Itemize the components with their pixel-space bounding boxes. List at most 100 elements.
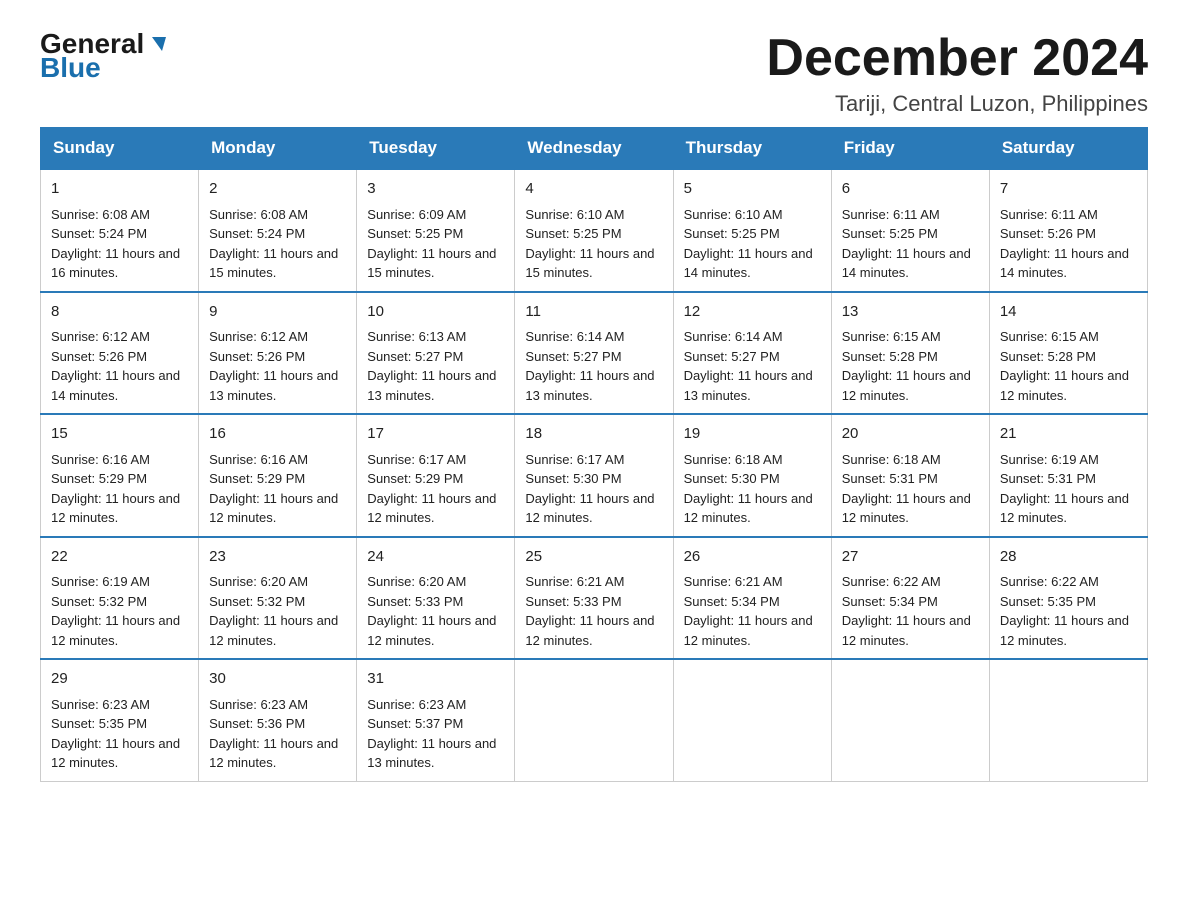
- sunrise-text: Sunrise: 6:14 AM: [525, 329, 624, 344]
- daylight-text: Daylight: 11 hours and 12 minutes.: [209, 613, 338, 648]
- day-number: 3: [367, 178, 504, 201]
- calendar-cell-day-11: 11 Sunrise: 6:14 AM Sunset: 5:27 PM Dayligh…: [515, 292, 673, 415]
- day-number: 15: [51, 423, 188, 446]
- calendar-cell-day-25: 25Sunrise: 6:21 AMSunset: 5:33 PMDayligh…: [515, 537, 673, 660]
- sunrise-text: Sunrise: 6:21 AM: [684, 574, 783, 589]
- logo-blue-text: Blue: [40, 54, 101, 82]
- daylight-text: Daylight: 11 hours and 14 minutes.: [1000, 246, 1129, 281]
- day-number: 4: [525, 178, 662, 201]
- calendar-cell-day-9: 9Sunrise: 6:12 AMSunset: 5:26 PMDaylight…: [199, 292, 357, 415]
- calendar-cell-day-14: 14Sunrise: 6:15 AMSunset: 5:28 PMDayligh…: [989, 292, 1147, 415]
- sunrise-text: Sunrise: 6:19 AM: [1000, 452, 1099, 467]
- sunset-text: Sunset: 5:35 PM: [1000, 594, 1096, 609]
- sunrise-text: Sunrise: 6:09 AM: [367, 207, 466, 222]
- sunset-text: Sunset: 5:28 PM: [842, 349, 938, 364]
- logo-triangle-icon: [148, 35, 166, 57]
- weekday-header-monday: Monday: [199, 128, 357, 170]
- sunset-text: Sunset: 5:32 PM: [209, 594, 305, 609]
- sunset-text: Sunset: 5:29 PM: [209, 471, 305, 486]
- sunrise-text: Sunrise: 6:15 AM: [1000, 329, 1099, 344]
- daylight-text: Daylight: 11 hours and 12 minutes.: [525, 613, 654, 648]
- sunset-text: Sunset: 5:30 PM: [525, 471, 621, 486]
- day-number: 19: [684, 423, 821, 446]
- sunset-text: Sunset: 5:31 PM: [842, 471, 938, 486]
- daylight-text: Daylight: 11 hours and 15 minutes.: [525, 246, 654, 281]
- day-number: 11: [525, 301, 662, 324]
- weekday-header-tuesday: Tuesday: [357, 128, 515, 170]
- daylight-text: Daylight: 11 hours and 15 minutes.: [209, 246, 338, 281]
- sunset-text: Sunset: 5:25 PM: [842, 226, 938, 241]
- day-number: 22: [51, 546, 188, 569]
- daylight-text: Daylight: 11 hours and 16 minutes.: [51, 246, 180, 281]
- day-number: 18: [525, 423, 662, 446]
- calendar-cell-day-21: 21Sunrise: 6:19 AMSunset: 5:31 PMDayligh…: [989, 414, 1147, 537]
- day-number: 27: [842, 546, 979, 569]
- calendar-cell-day-2: 2Sunrise: 6:08 AMSunset: 5:24 PMDaylight…: [199, 169, 357, 292]
- daylight-text: Daylight: 11 hours and 12 minutes.: [842, 491, 971, 526]
- calendar-cell-day-27: 27Sunrise: 6:22 AMSunset: 5:34 PMDayligh…: [831, 537, 989, 660]
- weekday-header-sunday: Sunday: [41, 128, 199, 170]
- calendar-cell-empty: [989, 659, 1147, 781]
- daylight-text: Daylight: 11 hours and 14 minutes.: [842, 246, 971, 281]
- day-number: 17: [367, 423, 504, 446]
- sunrise-text: Sunrise: 6:23 AM: [51, 697, 150, 712]
- calendar-cell-day-30: 30Sunrise: 6:23 AMSunset: 5:36 PMDayligh…: [199, 659, 357, 781]
- calendar-week-row-1: 1Sunrise: 6:08 AMSunset: 5:24 PMDaylight…: [41, 169, 1148, 292]
- sunset-text: Sunset: 5:35 PM: [51, 716, 147, 731]
- location-title: Tariji, Central Luzon, Philippines: [766, 91, 1148, 117]
- day-number: 14: [1000, 301, 1137, 324]
- daylight-text: Daylight: 11 hours and 12 minutes.: [51, 736, 180, 771]
- sunset-text: Sunset: 5:29 PM: [367, 471, 463, 486]
- calendar-cell-day-23: 23Sunrise: 6:20 AMSunset: 5:32 PMDayligh…: [199, 537, 357, 660]
- day-number: 8: [51, 301, 188, 324]
- sunrise-text: Sunrise: 6:14 AM: [684, 329, 783, 344]
- sunrise-text: Sunrise: 6:16 AM: [51, 452, 150, 467]
- daylight-text: Daylight: 11 hours and 13 minutes.: [209, 368, 338, 403]
- day-number: 13: [842, 301, 979, 324]
- day-number: 23: [209, 546, 346, 569]
- sunset-text: Sunset: 5:27 PM: [525, 349, 621, 364]
- daylight-text: Daylight: 11 hours and 13 minutes.: [525, 368, 654, 403]
- calendar-cell-day-5: 5Sunrise: 6:10 AMSunset: 5:25 PMDaylight…: [673, 169, 831, 292]
- day-number: 26: [684, 546, 821, 569]
- sunrise-text: Sunrise: 6:18 AM: [684, 452, 783, 467]
- daylight-text: Daylight: 11 hours and 15 minutes.: [367, 246, 496, 281]
- daylight-text: Daylight: 11 hours and 12 minutes.: [1000, 613, 1129, 648]
- daylight-text: Daylight: 11 hours and 12 minutes.: [367, 491, 496, 526]
- calendar-cell-day-10: 10Sunrise: 6:13 AMSunset: 5:27 PMDayligh…: [357, 292, 515, 415]
- sunrise-text: Sunrise: 6:23 AM: [367, 697, 466, 712]
- sunrise-text: Sunrise: 6:23 AM: [209, 697, 308, 712]
- daylight-text: Daylight: 11 hours and 12 minutes.: [1000, 491, 1129, 526]
- day-number: 9: [209, 301, 346, 324]
- sunset-text: Sunset: 5:26 PM: [1000, 226, 1096, 241]
- daylight-text: Daylight: 11 hours and 12 minutes.: [209, 736, 338, 771]
- sunset-text: Sunset: 5:26 PM: [209, 349, 305, 364]
- weekday-header-saturday: Saturday: [989, 128, 1147, 170]
- title-block: December 2024 Tariji, Central Luzon, Phi…: [766, 30, 1148, 117]
- sunset-text: Sunset: 5:25 PM: [367, 226, 463, 241]
- calendar-cell-day-17: 17Sunrise: 6:17 AMSunset: 5:29 PMDayligh…: [357, 414, 515, 537]
- sunset-text: Sunset: 5:34 PM: [842, 594, 938, 609]
- day-number: 20: [842, 423, 979, 446]
- day-number: 16: [209, 423, 346, 446]
- sunrise-text: Sunrise: 6:08 AM: [51, 207, 150, 222]
- daylight-text: Daylight: 11 hours and 12 minutes.: [209, 491, 338, 526]
- day-number: 10: [367, 301, 504, 324]
- calendar-week-row-5: 29Sunrise: 6:23 AMSunset: 5:35 PMDayligh…: [41, 659, 1148, 781]
- daylight-text: Daylight: 11 hours and 12 minutes.: [1000, 368, 1129, 403]
- weekday-header-thursday: Thursday: [673, 128, 831, 170]
- calendar-cell-day-29: 29Sunrise: 6:23 AMSunset: 5:35 PMDayligh…: [41, 659, 199, 781]
- daylight-text: Daylight: 11 hours and 12 minutes.: [51, 613, 180, 648]
- calendar-cell-day-16: 16Sunrise: 6:16 AMSunset: 5:29 PMDayligh…: [199, 414, 357, 537]
- page-header: General Blue December 2024 Tariji, Centr…: [40, 30, 1148, 117]
- calendar-week-row-3: 15 Sunrise: 6:16 AM Sunset: 5:29 PM Dayligh…: [41, 414, 1148, 537]
- sunset-text: Sunset: 5:25 PM: [525, 226, 621, 241]
- sunset-text: Sunset: 5:36 PM: [209, 716, 305, 731]
- day-number: 21: [1000, 423, 1137, 446]
- day-number: 1: [51, 178, 188, 201]
- day-number: 2: [209, 178, 346, 201]
- sunrise-text: Sunrise: 6:18 AM: [842, 452, 941, 467]
- sunrise-text: Sunrise: 6:11 AM: [842, 207, 940, 222]
- sunrise-text: Sunrise: 6:20 AM: [367, 574, 466, 589]
- sunrise-text: Sunrise: 6:10 AM: [525, 207, 624, 222]
